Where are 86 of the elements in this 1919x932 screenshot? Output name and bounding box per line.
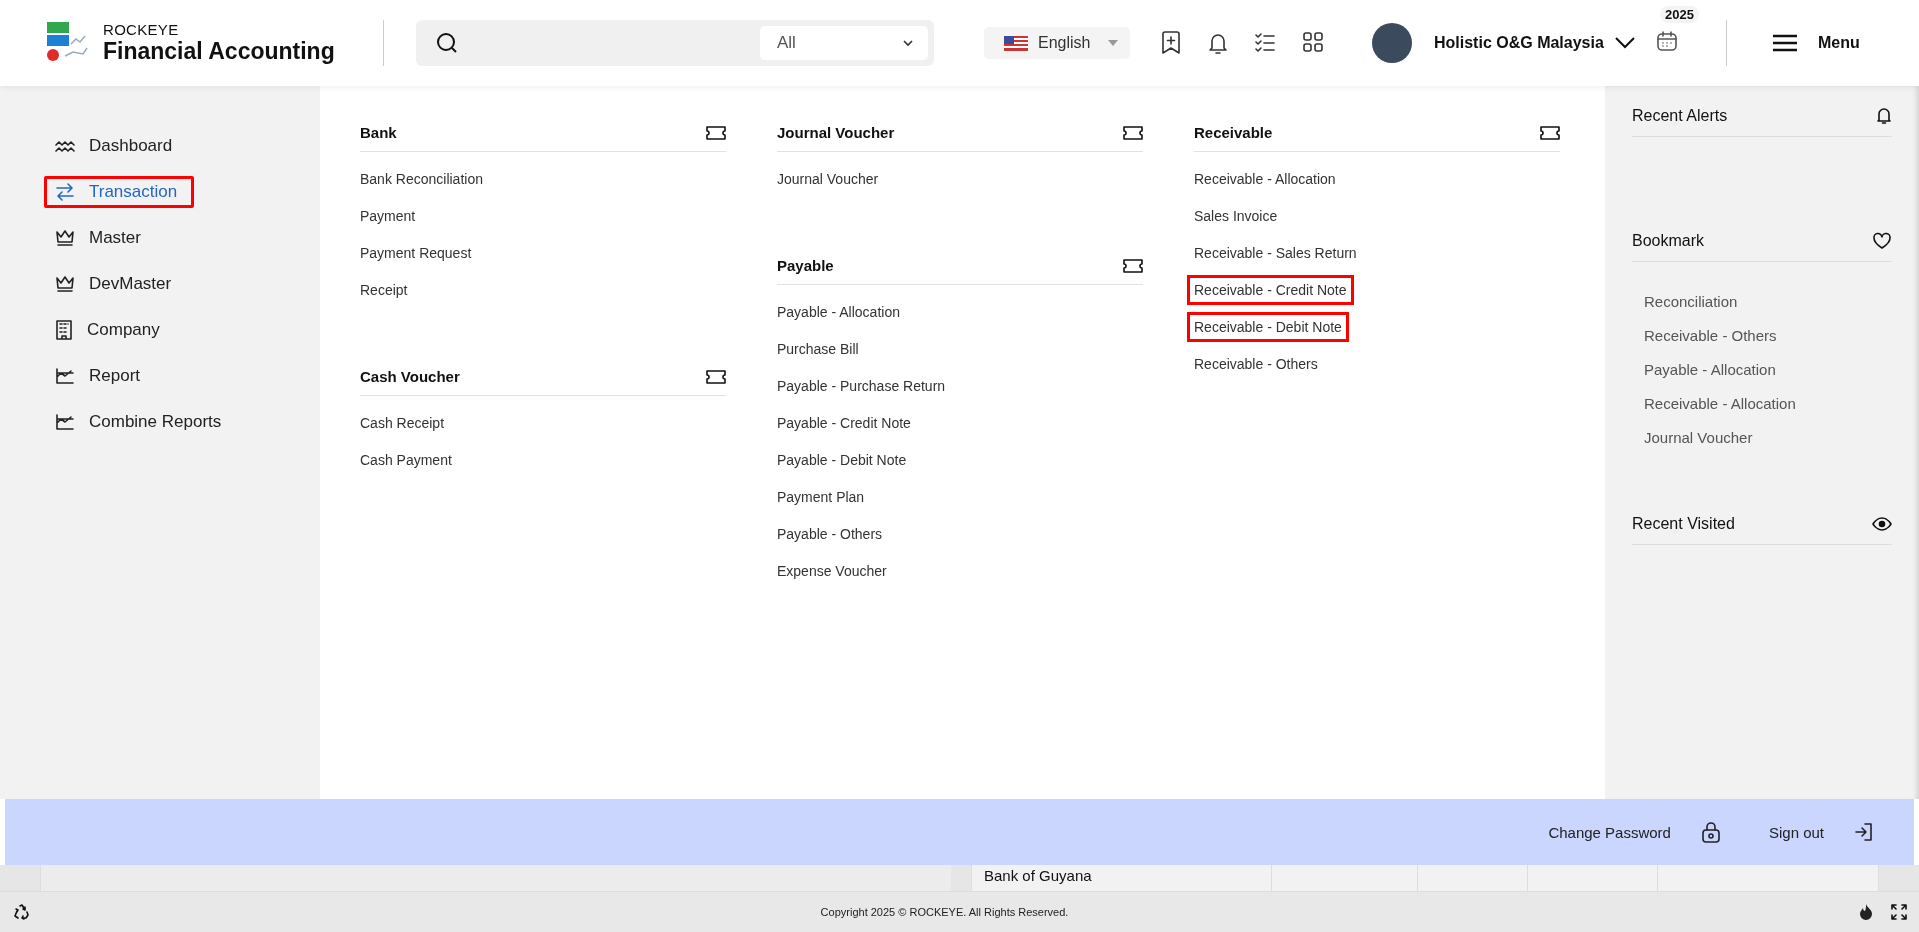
bookmark-add-icon[interactable]	[1160, 31, 1182, 55]
year-badge: 2025	[1660, 6, 1699, 23]
chart-icon	[55, 367, 75, 385]
menu-link[interactable]: Payable - Purchase Return	[770, 370, 953, 401]
menu-group-title: Receivable	[1194, 124, 1273, 141]
menu-link[interactable]: Payable - Allocation	[770, 296, 907, 327]
menu-link[interactable]: Payable - Debit Note	[770, 444, 914, 475]
menu-group-title: Journal Voucher	[777, 124, 895, 141]
menu-link[interactable]: Payment Plan	[770, 481, 872, 512]
apps-grid-icon[interactable]	[1302, 31, 1324, 53]
sidebar-item[interactable]: Company	[44, 314, 194, 346]
ticket-icon	[706, 125, 726, 140]
flag-icon	[1004, 35, 1028, 51]
sidebar-item[interactable]: Master	[44, 222, 194, 254]
menu-link[interactable]: Payable - Credit Note	[770, 407, 918, 438]
swap-arrows-icon	[55, 183, 75, 201]
menu-link[interactable]: Bank Reconciliation	[353, 163, 490, 194]
crown-icon	[55, 229, 75, 247]
menu-link[interactable]: Purchase Bill	[770, 333, 866, 364]
menu-link[interactable]: Cash Receipt	[353, 407, 452, 438]
table-cell: Bank of Guyana	[984, 867, 1092, 884]
panel-heading: Recent Visited	[1632, 515, 1735, 533]
caret-icon	[1108, 40, 1118, 46]
app-name: Financial Accounting	[103, 38, 335, 65]
sign-out-icon	[1854, 822, 1874, 842]
bell-icon	[1876, 107, 1892, 125]
bookmark-link[interactable]: Journal Voucher	[1644, 428, 1753, 446]
menu-link[interactable]: Receivable - Credit Note	[1187, 274, 1354, 305]
panel-heading: Recent Alerts	[1632, 107, 1728, 125]
sidebar-item[interactable]: Transaction	[44, 176, 194, 208]
search-icon	[436, 32, 458, 54]
menu-group-title: Bank	[360, 124, 397, 141]
copyright-text: Copyright 2025 © ROCKEYE. All Rights Reserved.	[820, 906, 1069, 918]
search-field[interactable]: All	[416, 20, 934, 66]
logo-icon	[45, 22, 89, 64]
recycle-icon[interactable]	[14, 904, 30, 920]
bookmark-link[interactable]: Receivable - Allocation	[1644, 394, 1796, 412]
sidebar-item[interactable]: Dashboard	[44, 130, 194, 162]
chart-icon	[55, 413, 75, 431]
fullscreen-icon[interactable]	[1891, 904, 1907, 920]
scope-dropdown[interactable]: All	[760, 26, 928, 60]
language-dropdown[interactable]: English	[984, 27, 1130, 59]
brand-caption: ROCKEYE	[103, 21, 180, 38]
flame-icon[interactable]	[1859, 904, 1873, 920]
ticket-icon	[1123, 125, 1143, 140]
change-password-link[interactable]: Change Password	[1548, 821, 1721, 843]
menu-icon	[1772, 34, 1798, 52]
building-icon	[55, 320, 73, 340]
calendar-icon[interactable]	[1656, 30, 1678, 52]
ticket-icon	[1540, 125, 1560, 140]
wave-chart-icon	[55, 139, 75, 153]
sidebar-item[interactable]: Combine Reports	[44, 406, 233, 438]
company-name: Holistic O&G Malaysia	[1434, 34, 1605, 52]
menu-link[interactable]: Payable - Others	[770, 518, 890, 549]
ticket-icon	[706, 369, 726, 384]
sign-out-link[interactable]: Sign out	[1768, 822, 1874, 842]
heart-icon	[1872, 232, 1892, 250]
bell-icon[interactable]	[1208, 31, 1228, 55]
menu-link[interactable]: Receipt	[353, 274, 415, 305]
crown-icon	[55, 275, 75, 293]
menu-link[interactable]: Journal Voucher	[770, 163, 886, 194]
bookmark-link[interactable]: Receivable - Others	[1644, 326, 1777, 344]
menu-link[interactable]: Receivable - Others	[1187, 348, 1325, 379]
avatar[interactable]	[1372, 23, 1412, 63]
checklist-icon[interactable]	[1254, 31, 1276, 53]
chevron-down-icon[interactable]	[1614, 36, 1636, 50]
sidebar-item[interactable]: Report	[44, 360, 194, 392]
menu-link[interactable]: Payment	[353, 200, 423, 231]
menu-link[interactable]: Sales Invoice	[1187, 200, 1285, 231]
menu-group-title: Cash Voucher	[360, 368, 460, 385]
menu-link[interactable]: Receivable - Sales Return	[1187, 237, 1364, 268]
panel-heading: Bookmark	[1632, 232, 1705, 250]
eye-icon	[1872, 517, 1892, 531]
menu-link[interactable]: Expense Voucher	[770, 555, 894, 586]
padlock-icon	[1700, 821, 1721, 843]
bookmark-link[interactable]: Reconciliation	[1644, 292, 1738, 310]
sidebar-item[interactable]: DevMaster	[44, 268, 194, 300]
menu-link[interactable]: Payment Request	[353, 237, 479, 268]
menu-group-title: Payable	[777, 257, 834, 274]
menu-link[interactable]: Receivable - Debit Note	[1187, 311, 1349, 342]
menu-link[interactable]: Receivable - Allocation	[1187, 163, 1343, 194]
chevron-down-icon	[902, 39, 914, 47]
menu-button[interactable]: Menu	[1772, 34, 1860, 52]
ticket-icon	[1123, 258, 1143, 273]
bookmark-link[interactable]: Payable - Allocation	[1644, 360, 1776, 378]
menu-link[interactable]: Cash Payment	[353, 444, 459, 475]
